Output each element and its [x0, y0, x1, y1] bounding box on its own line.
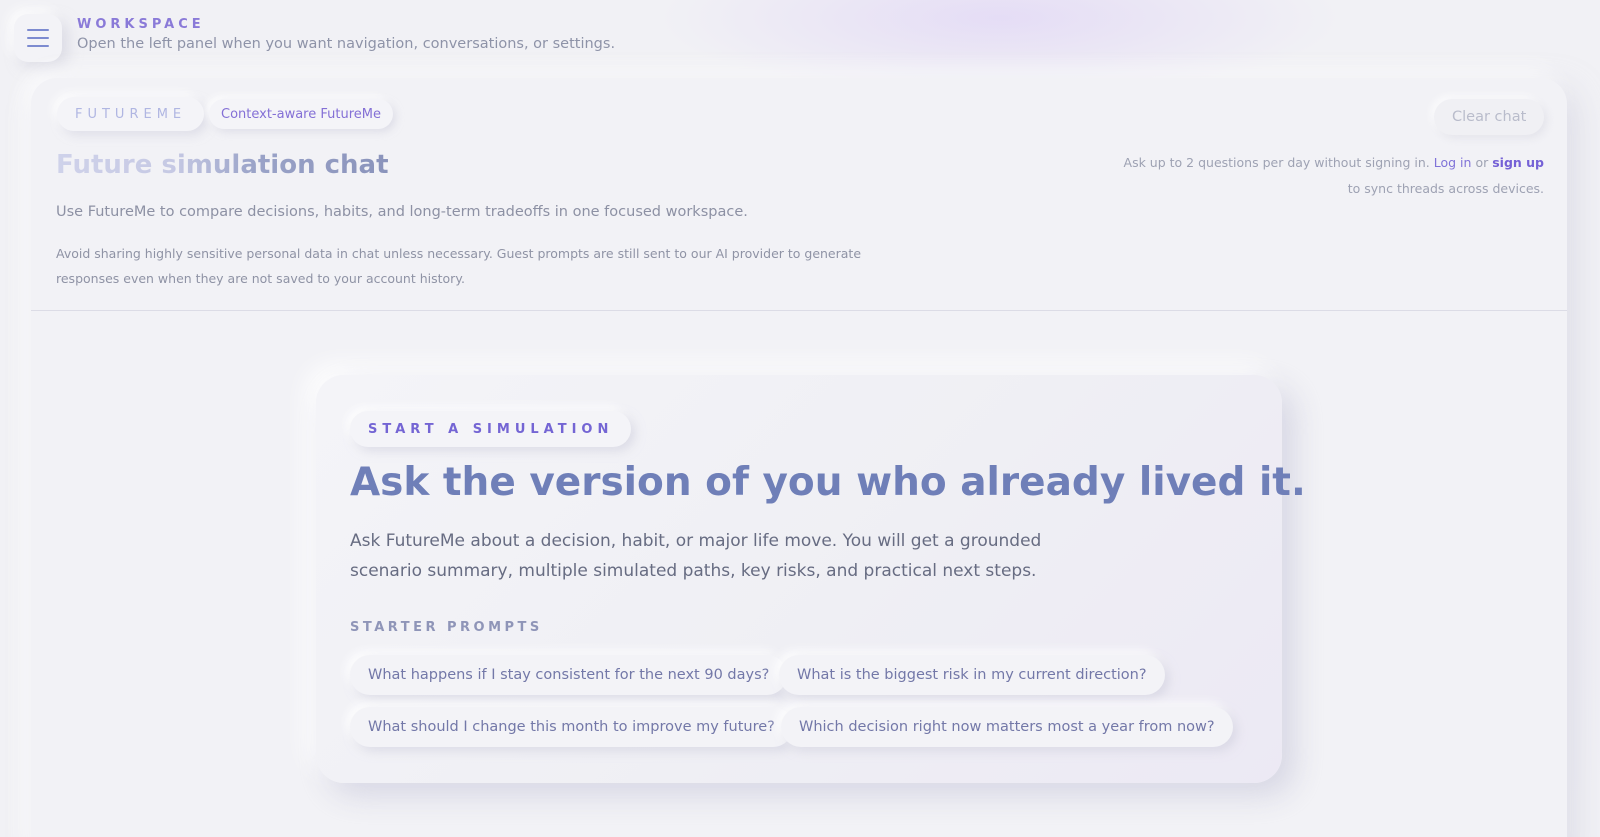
guest-note-or: or	[1475, 155, 1489, 170]
card-headline: Ask the version of you who already lived…	[350, 460, 1306, 505]
start-simulation-badge: START A SIMULATION	[350, 411, 632, 447]
guest-note-suffix: to sync threads across devices.	[1347, 181, 1544, 196]
page: WORKSPACE Open the left panel when you w…	[0, 0, 1600, 837]
brand-pill: FUTUREME	[57, 97, 205, 131]
hamburger-menu-icon	[27, 29, 49, 47]
clear-chat-button[interactable]: Clear chat	[1434, 99, 1545, 135]
starter-prompt-button[interactable]: Which decision right now matters most a …	[781, 707, 1233, 747]
workspace-label: WORKSPACE	[77, 17, 205, 32]
starter-prompts-label: STARTER PROMPTS	[350, 620, 543, 635]
starter-prompt-button[interactable]: What is the biggest risk in my current d…	[779, 655, 1165, 695]
login-link[interactable]: Log in	[1434, 155, 1472, 170]
workspace-subtitle: Open the left panel when you want naviga…	[77, 36, 616, 52]
guest-note: Ask up to 2 questions per day without si…	[1114, 150, 1544, 202]
signup-link[interactable]: sign up	[1492, 155, 1544, 170]
starter-prompt-button[interactable]: What happens if I stay consistent for th…	[350, 655, 788, 695]
privacy-warning: Avoid sharing highly sensitive personal …	[56, 246, 862, 286]
context-pill: Context-aware FutureMe	[209, 99, 393, 129]
header-divider	[31, 310, 1567, 311]
page-title: Future simulation chat	[56, 150, 389, 180]
guest-note-prefix: Ask up to 2 questions per day without si…	[1123, 155, 1430, 170]
card-body: Ask FutureMe about a decision, habit, or…	[350, 531, 1042, 581]
page-description: Use FutureMe to compare decisions, habit…	[56, 204, 748, 220]
starter-prompt-button[interactable]: What should I change this month to impro…	[350, 707, 793, 747]
menu-button[interactable]	[14, 14, 62, 62]
